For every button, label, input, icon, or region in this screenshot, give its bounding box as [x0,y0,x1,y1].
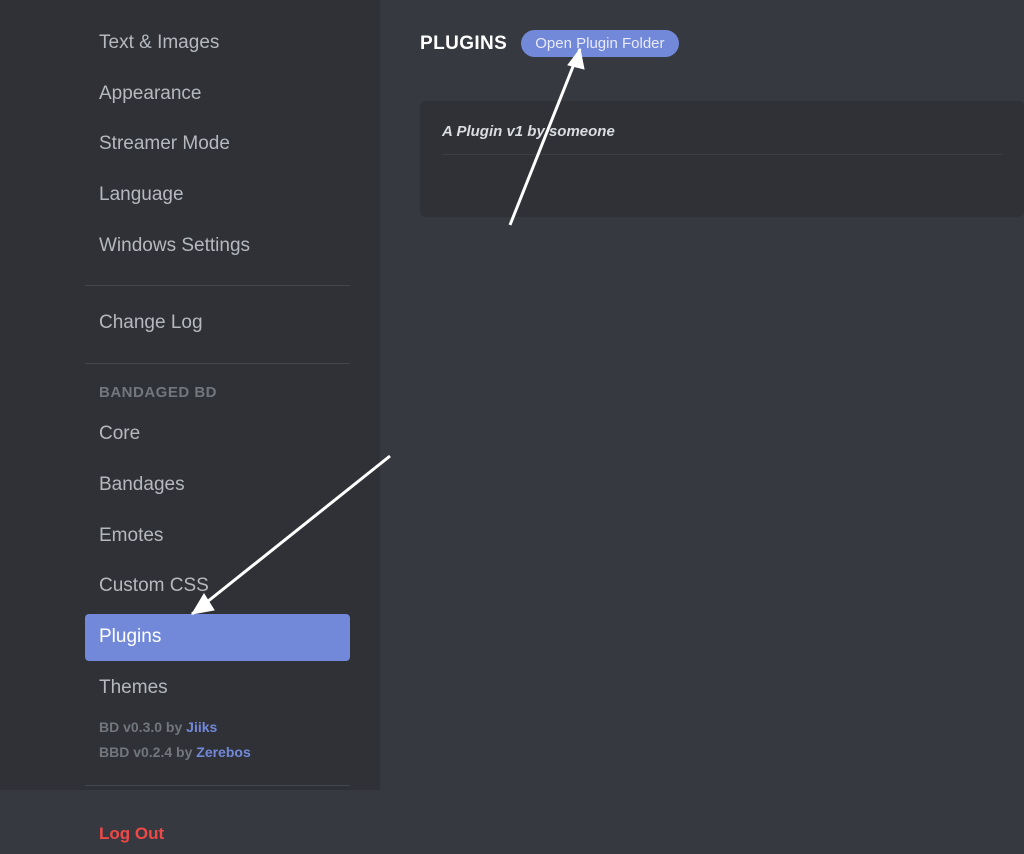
logout-button[interactable]: Log Out [85,814,350,854]
sidebar-item-custom-css[interactable]: Custom CSS [85,563,350,610]
page-title: PLUGINS [420,33,507,55]
credit-bbd: BBD v0.2.4 by Zerebos [85,740,350,765]
sidebar-item-appearance[interactable]: Appearance [85,71,350,118]
sidebar-divider [85,285,350,286]
sidebar-item-core[interactable]: Core [85,411,350,458]
sidebar-item-emotes[interactable]: Emotes [85,513,350,560]
plugin-card-title: A Plugin v1 by someone [442,123,1002,155]
sidebar-heading-bandaged-bd: BANDAGED BD [85,378,350,411]
sidebar-divider [85,785,350,786]
sidebar-divider [85,363,350,364]
sidebar-item-change-log[interactable]: Change Log [85,300,350,347]
plugin-card: A Plugin v1 by someone [420,101,1024,217]
credit-author-link[interactable]: Jiiks [186,719,217,735]
sidebar-item-windows-settings[interactable]: Windows Settings [85,223,350,270]
credit-prefix: BBD v0.2.4 by [99,744,196,760]
sidebar-item-bandages[interactable]: Bandages [85,462,350,509]
sidebar-item-plugins[interactable]: Plugins [85,614,350,661]
sidebar-item-streamer-mode[interactable]: Streamer Mode [85,121,350,168]
credit-bd: BD v0.3.0 by Jiiks [85,715,350,740]
page-header: PLUGINS Open Plugin Folder [420,30,1024,57]
credit-author-link[interactable]: Zerebos [196,744,250,760]
settings-sidebar: Text & Images Appearance Streamer Mode L… [0,0,380,790]
sidebar-item-language[interactable]: Language [85,172,350,219]
credit-prefix: BD v0.3.0 by [99,719,186,735]
main-content: PLUGINS Open Plugin Folder A Plugin v1 b… [380,0,1024,790]
open-plugin-folder-button[interactable]: Open Plugin Folder [521,30,678,57]
sidebar-item-themes[interactable]: Themes [85,665,350,712]
sidebar-item-text-images[interactable]: Text & Images [85,20,350,67]
